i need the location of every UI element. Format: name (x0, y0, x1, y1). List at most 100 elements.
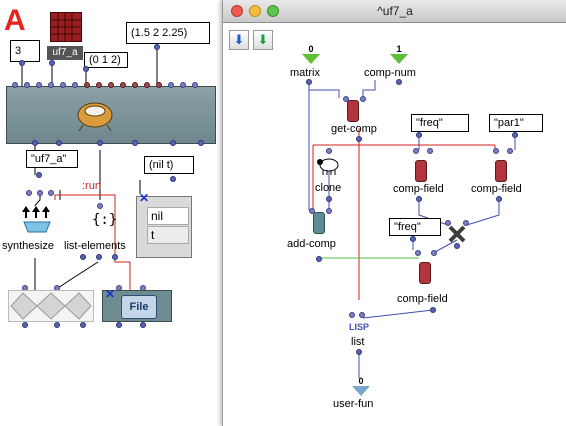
outlet[interactable] (83, 66, 89, 72)
input-arrow-1[interactable]: 1 (390, 44, 408, 64)
inlet[interactable] (132, 82, 138, 88)
list-elements-icon[interactable]: {:} (92, 212, 117, 228)
outlet[interactable] (326, 196, 332, 202)
outlet[interactable] (170, 176, 176, 182)
list-label: list (351, 336, 365, 348)
inlet[interactable] (326, 208, 332, 214)
outlet[interactable] (170, 140, 176, 146)
file-object-box[interactable]: ✕ File (102, 287, 172, 322)
cross-multiply-icon[interactable] (447, 224, 467, 244)
outlet[interactable] (36, 172, 42, 178)
inlet[interactable] (48, 82, 54, 88)
inlet[interactable] (72, 82, 78, 88)
outlet[interactable] (49, 60, 55, 66)
inlet[interactable] (326, 148, 332, 154)
outlet[interactable] (80, 254, 86, 260)
inlet[interactable] (156, 82, 162, 88)
inlet[interactable] (360, 96, 366, 102)
outlet[interactable] (32, 140, 38, 146)
inlet[interactable] (24, 82, 30, 88)
input-arrow-0[interactable]: 0 (302, 44, 320, 64)
outlet[interactable] (316, 256, 322, 262)
comp-field-1-icon[interactable] (415, 160, 427, 182)
inlet[interactable] (97, 203, 103, 209)
outlet[interactable] (97, 140, 103, 146)
inlet[interactable] (12, 82, 18, 88)
inlet[interactable] (192, 82, 198, 88)
inlet[interactable] (37, 190, 43, 196)
outlet[interactable] (454, 243, 460, 249)
outlet[interactable] (80, 322, 86, 328)
inlet[interactable] (427, 148, 433, 154)
outlet[interactable] (132, 140, 138, 146)
inlet[interactable] (493, 148, 499, 154)
inlet[interactable] (60, 82, 66, 88)
user-fun-label: user-fun (333, 398, 374, 410)
inlet[interactable] (108, 82, 114, 88)
inlet[interactable] (180, 82, 186, 88)
outlet[interactable] (112, 254, 118, 260)
inlet[interactable] (26, 190, 32, 196)
list-box-15-2-225[interactable]: (1.5 2 2.25) (126, 22, 210, 44)
outlet[interactable] (22, 322, 28, 328)
synthesize-icon[interactable] (20, 204, 54, 236)
outlet[interactable] (96, 254, 102, 260)
outlet[interactable] (154, 44, 160, 50)
get-comp-label: get-comp (331, 123, 377, 135)
outlet[interactable] (306, 79, 312, 85)
outlet[interactable] (416, 196, 422, 202)
inlet[interactable] (507, 148, 513, 154)
outlet[interactable] (356, 136, 362, 142)
outlet[interactable] (198, 140, 204, 146)
close-x-icon[interactable]: ✕ (105, 287, 115, 301)
add-comp-icon[interactable] (313, 212, 325, 234)
outlet[interactable] (396, 79, 402, 85)
inlet[interactable] (349, 312, 355, 318)
inlet[interactable] (359, 312, 365, 318)
clone-label: clone (315, 182, 342, 194)
inlet[interactable] (413, 148, 419, 154)
outlet[interactable] (512, 132, 518, 138)
outlet[interactable] (56, 140, 62, 146)
sheep-icon[interactable] (317, 156, 341, 176)
inlet[interactable] (48, 190, 54, 196)
outlet[interactable] (356, 349, 362, 355)
outlet[interactable] (19, 60, 25, 66)
inlet[interactable] (144, 82, 150, 88)
string-box-uf7[interactable]: "uf7_a" (26, 150, 78, 168)
inlet[interactable] (96, 82, 102, 88)
list-item-nil[interactable]: nil (147, 207, 189, 225)
comp-field-2-label: comp-field (471, 183, 522, 195)
outlet[interactable] (496, 196, 502, 202)
string-box-par1[interactable]: "par1" (489, 114, 543, 132)
list-selection-box[interactable]: ✕ nil t (136, 191, 192, 258)
inlet[interactable] (415, 250, 421, 256)
inlet[interactable] (84, 82, 90, 88)
inlet[interactable] (36, 82, 42, 88)
list-item-t[interactable]: t (147, 226, 189, 244)
outlet[interactable] (416, 132, 422, 138)
number-box-3[interactable]: 3 (10, 40, 40, 62)
sound-waveform-box[interactable] (8, 290, 94, 322)
outlet[interactable] (116, 322, 122, 328)
string-box-freq-2[interactable]: "freq" (389, 218, 441, 236)
inlet[interactable] (120, 82, 126, 88)
list-box-012[interactable]: (0 1 2) (84, 52, 128, 68)
inlet[interactable] (431, 250, 437, 256)
outlet[interactable] (410, 236, 416, 242)
outlet[interactable] (54, 322, 60, 328)
outlet[interactable] (430, 307, 436, 313)
output-arrow-0[interactable]: 0 (352, 376, 370, 396)
comp-field-2-icon[interactable] (495, 160, 507, 182)
close-x-icon[interactable]: ✕ (139, 191, 149, 205)
string-box-freq-1[interactable]: "freq" (411, 114, 469, 132)
uf7-main-object[interactable] (6, 86, 216, 144)
get-comp-icon[interactable] (347, 100, 359, 122)
patch-window[interactable]: ^uf7_a ⬇ ⬇ 0 matrix 1 comp-num get-comp … (222, 0, 566, 426)
comp-field-3-icon[interactable] (419, 262, 431, 284)
list-box-nil-t[interactable]: (nil t) (144, 156, 194, 174)
outlet[interactable] (140, 322, 146, 328)
lisp-icon[interactable]: LISP (349, 322, 369, 332)
uf7-patch-icon[interactable] (50, 12, 82, 42)
inlet[interactable] (168, 82, 174, 88)
